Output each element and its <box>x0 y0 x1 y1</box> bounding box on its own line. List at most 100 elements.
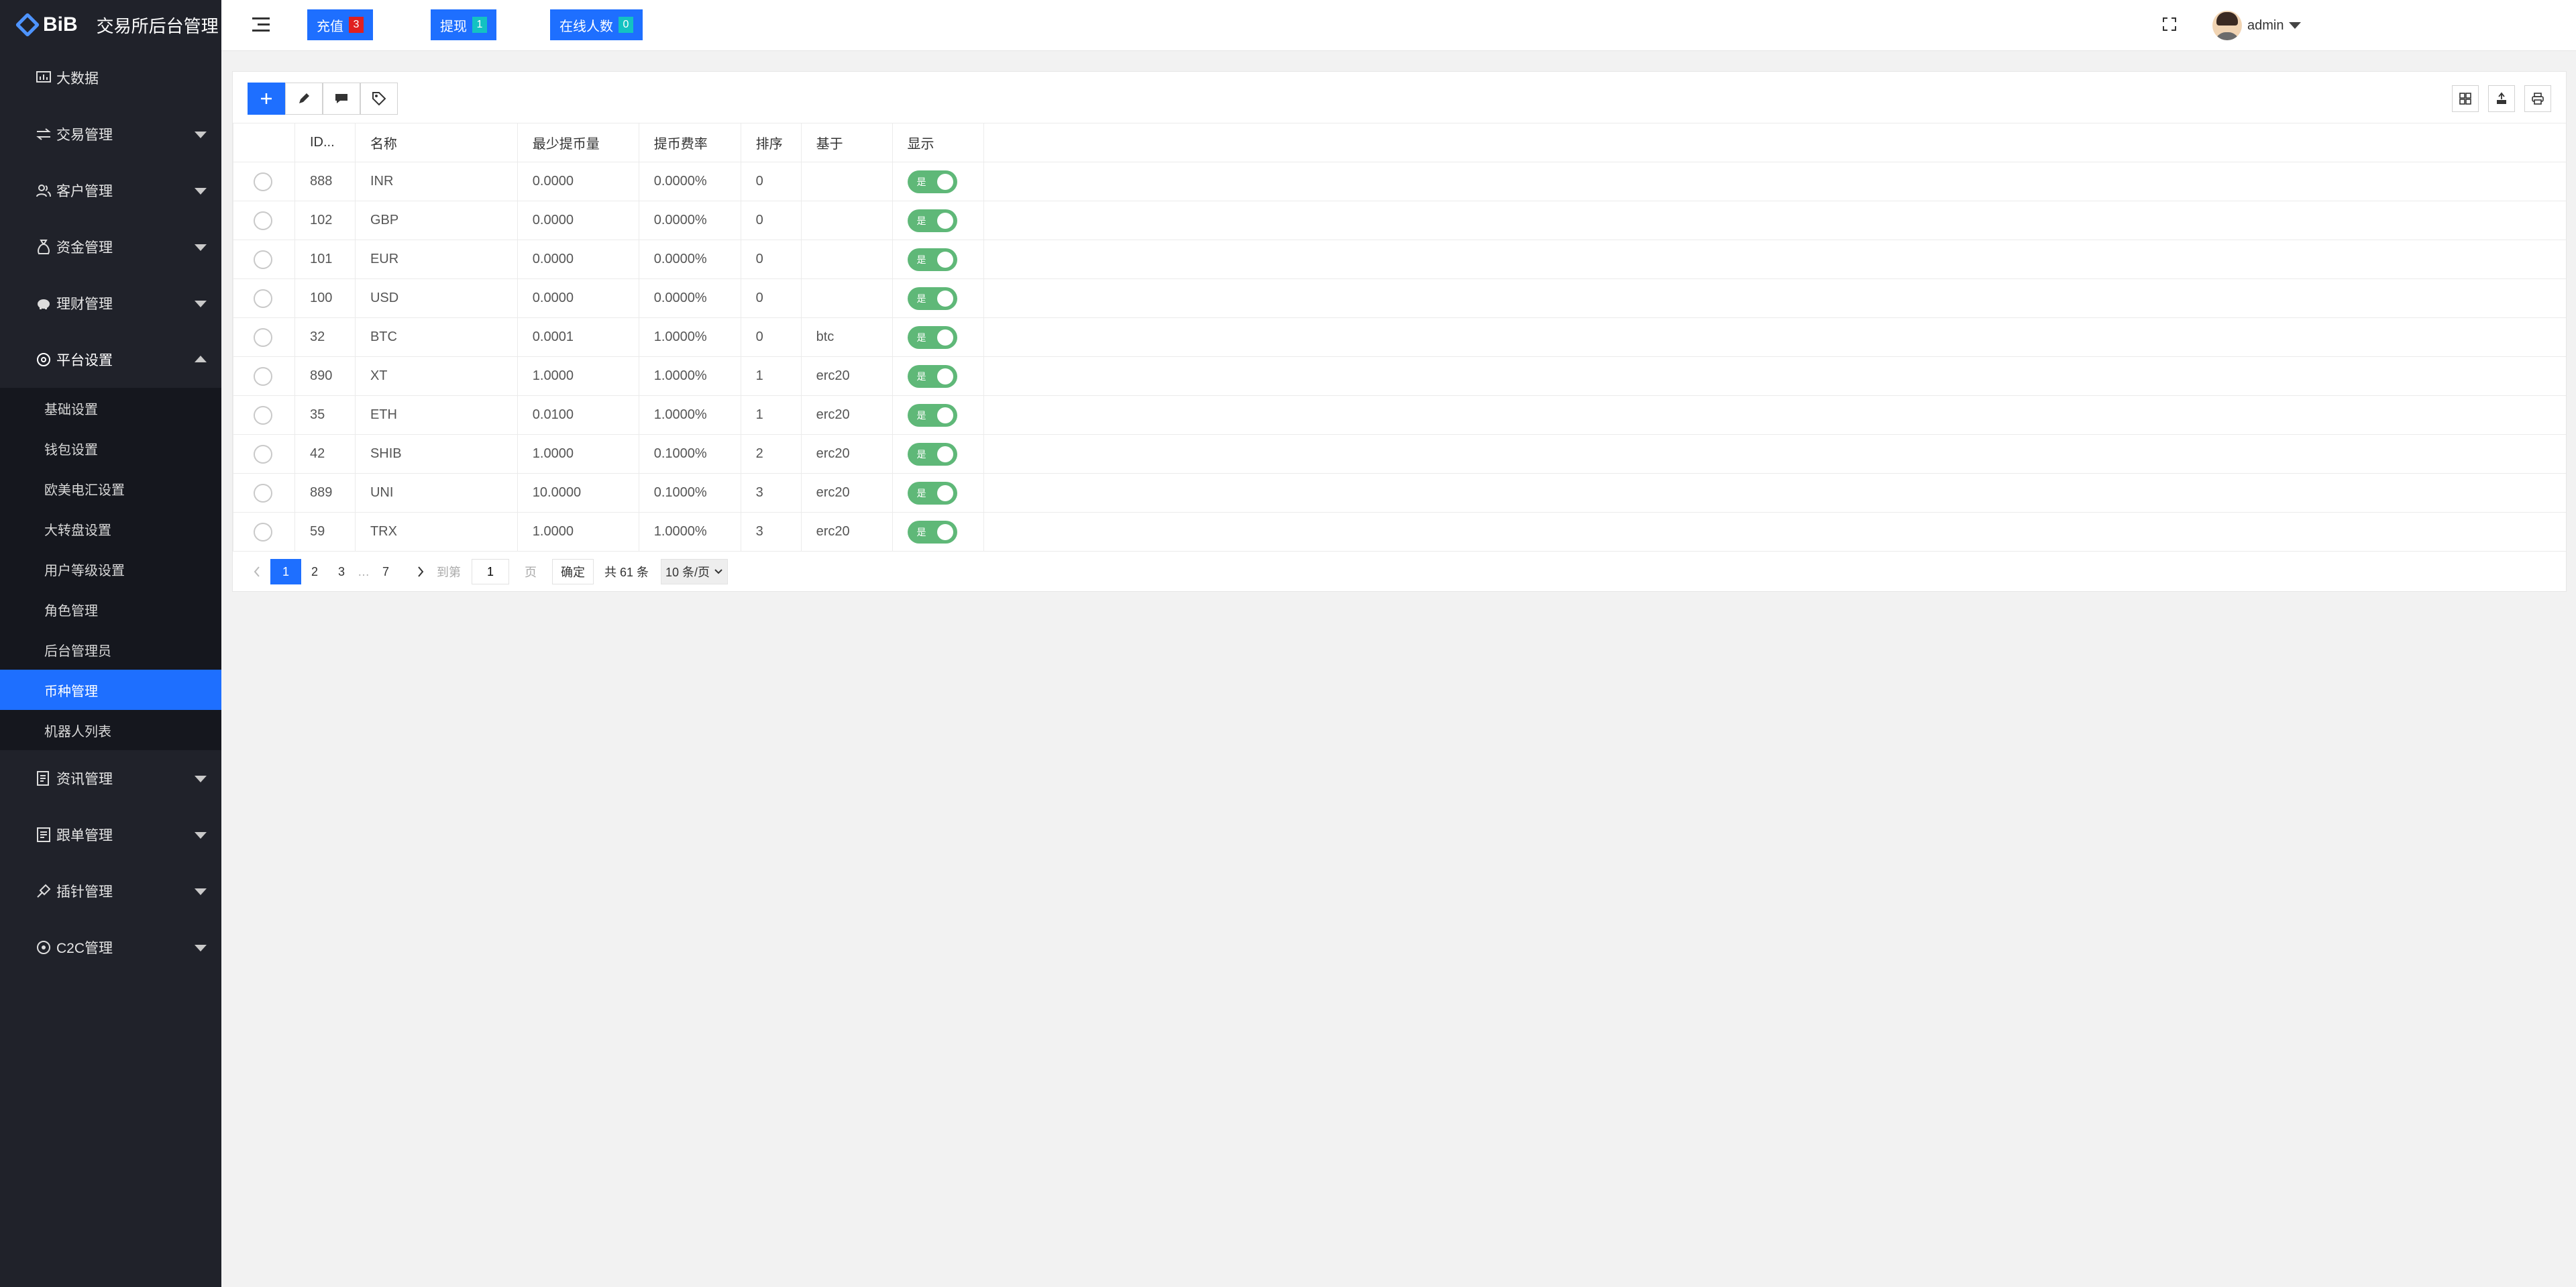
sidebar-item-trade[interactable]: 交易管理 <box>0 106 221 162</box>
cell-fee: 0.0000% <box>638 278 741 318</box>
sidebar-item-label: 理财管理 <box>56 297 113 312</box>
column-header-name[interactable]: 名称 <box>354 123 518 162</box>
select-column-header <box>233 123 295 162</box>
sidebar-item-news[interactable]: 资讯管理 <box>0 750 221 807</box>
user-menu[interactable]: admin <box>2212 9 2302 42</box>
row-select-radio[interactable] <box>254 172 272 191</box>
show-toggle[interactable]: 是 <box>907 287 957 310</box>
row-select-radio[interactable] <box>254 211 272 230</box>
row-select-radio[interactable] <box>254 444 272 464</box>
row-select-radio[interactable] <box>254 327 272 347</box>
table-row[interactable]: 889 UNI 10.0000 0.1000% 3 erc20 是 <box>233 473 2566 513</box>
column-header-min-withdraw[interactable]: 最少提币量 <box>517 123 639 162</box>
submenu-item-basic[interactable]: 基础设置 <box>0 388 221 428</box>
withdraw-label: 提现 <box>440 19 467 34</box>
prev-page-icon[interactable] <box>244 559 270 584</box>
submenu-item-wire[interactable]: 欧美电汇设置 <box>0 468 221 509</box>
table-row[interactable]: 102 GBP 0.0000 0.0000% 0 是 <box>233 201 2566 240</box>
online-users-button[interactable]: 在线人数 0 <box>550 9 643 40</box>
table-row[interactable]: 42 SHIB 1.0000 0.1000% 2 erc20 是 <box>233 434 2566 474</box>
piggy-bank-icon <box>35 295 52 312</box>
total-count: 共 61 条 <box>604 566 649 579</box>
sidebar-item-big-data[interactable]: 大数据 <box>0 50 221 106</box>
goto-page-input[interactable] <box>472 559 509 584</box>
column-header-show[interactable]: 显示 <box>892 123 984 162</box>
table-row[interactable]: 888 INR 0.0000 0.0000% 0 是 <box>233 162 2566 201</box>
cell-sort: 1 <box>740 356 802 396</box>
goto-confirm-button[interactable]: 确定 <box>552 559 594 584</box>
sidebar-item-pin[interactable]: 插针管理 <box>0 863 221 919</box>
show-toggle[interactable]: 是 <box>907 209 957 232</box>
tag-button[interactable] <box>360 83 398 115</box>
columns-filter-button[interactable] <box>2452 85 2479 112</box>
show-toggle[interactable]: 是 <box>907 170 957 193</box>
page-3[interactable]: 3 <box>328 559 355 584</box>
toggle-label: 是 <box>916 293 926 304</box>
table-row[interactable]: 101 EUR 0.0000 0.0000% 0 是 <box>233 240 2566 279</box>
cell-fee: 0.1000% <box>638 473 741 513</box>
toggle-knob <box>936 212 953 229</box>
page-2[interactable]: 2 <box>301 559 328 584</box>
submenu-item-robots[interactable]: 机器人列表 <box>0 710 221 750</box>
show-toggle[interactable]: 是 <box>907 325 957 349</box>
sidebar-item-label: 插针管理 <box>56 884 113 900</box>
page-1[interactable]: 1 <box>270 559 301 584</box>
cell-min-withdraw: 0.0100 <box>517 395 639 435</box>
logo-text: BiB <box>43 13 78 36</box>
show-toggle[interactable]: 是 <box>907 481 957 505</box>
page-last[interactable]: 7 <box>372 559 399 584</box>
sidebar-item-platform-settings[interactable]: 平台设置 <box>0 331 221 388</box>
column-header-base[interactable]: 基于 <box>800 123 893 162</box>
cell-min-withdraw: 1.0000 <box>517 512 639 552</box>
submenu-item-currency[interactable]: 币种管理 <box>0 670 221 710</box>
row-select-radio[interactable] <box>254 405 272 425</box>
submenu-item-user-level[interactable]: 用户等级设置 <box>0 549 221 589</box>
sidebar-item-copy-trade[interactable]: 跟单管理 <box>0 807 221 863</box>
toggle-label: 是 <box>916 331 926 343</box>
sidebar-item-customers[interactable]: 客户管理 <box>0 162 221 219</box>
add-button[interactable] <box>248 83 285 115</box>
submenu-item-wallet[interactable]: 钱包设置 <box>0 428 221 468</box>
sidebar-item-wealth[interactable]: 理财管理 <box>0 275 221 331</box>
withdraw-button[interactable]: 提现 1 <box>431 9 496 40</box>
row-select-radio[interactable] <box>254 366 272 386</box>
username: admin <box>2247 17 2284 33</box>
table-row[interactable]: 32 BTC 0.0001 1.0000% 0 btc 是 <box>233 317 2566 357</box>
print-button[interactable] <box>2524 85 2551 112</box>
column-header-fee[interactable]: 提币费率 <box>638 123 741 162</box>
page-size-select[interactable]: 10 条/页 <box>661 559 729 584</box>
next-page-icon[interactable] <box>407 559 434 584</box>
table-row[interactable]: 100 USD 0.0000 0.0000% 0 是 <box>233 278 2566 318</box>
pin-icon <box>35 882 52 900</box>
cell-min-withdraw: 0.0001 <box>517 317 639 357</box>
comment-button[interactable] <box>323 83 360 115</box>
fullscreen-icon[interactable] <box>2161 16 2178 32</box>
row-select-radio[interactable] <box>254 250 272 269</box>
table-row[interactable]: 35 ETH 0.0100 1.0000% 1 erc20 是 <box>233 395 2566 435</box>
submenu-item-roles[interactable]: 角色管理 <box>0 589 221 629</box>
sidebar-item-funds[interactable]: 资金管理 <box>0 219 221 275</box>
sidebar-item-c2c[interactable]: C2C管理 <box>0 919 221 976</box>
show-toggle[interactable]: 是 <box>907 520 957 544</box>
show-toggle[interactable]: 是 <box>907 248 957 271</box>
table-row[interactable]: 59 TRX 1.0000 1.0000% 3 erc20 是 <box>233 512 2566 552</box>
submenu-item-wheel[interactable]: 大转盘设置 <box>0 509 221 549</box>
row-select-radio[interactable] <box>254 483 272 503</box>
cell-id: 35 <box>294 395 356 435</box>
recharge-badge: 3 <box>349 17 364 33</box>
show-toggle[interactable]: 是 <box>907 442 957 466</box>
row-select-radio[interactable] <box>254 289 272 308</box>
menu-toggle-icon[interactable] <box>252 17 270 32</box>
logo-icon <box>15 12 40 38</box>
column-header-sort[interactable]: 排序 <box>740 123 802 162</box>
show-toggle[interactable]: 是 <box>907 403 957 427</box>
show-toggle[interactable]: 是 <box>907 364 957 388</box>
table-row[interactable]: 890 XT 1.0000 1.0000% 1 erc20 是 <box>233 356 2566 396</box>
submenu-item-admins[interactable]: 后台管理员 <box>0 629 221 670</box>
row-select-radio[interactable] <box>254 522 272 542</box>
cell-base: erc20 <box>800 356 893 396</box>
export-button[interactable] <box>2488 85 2515 112</box>
column-header-id[interactable]: ID... <box>294 123 356 162</box>
edit-button[interactable] <box>285 83 323 115</box>
recharge-button[interactable]: 充值 3 <box>307 9 373 40</box>
